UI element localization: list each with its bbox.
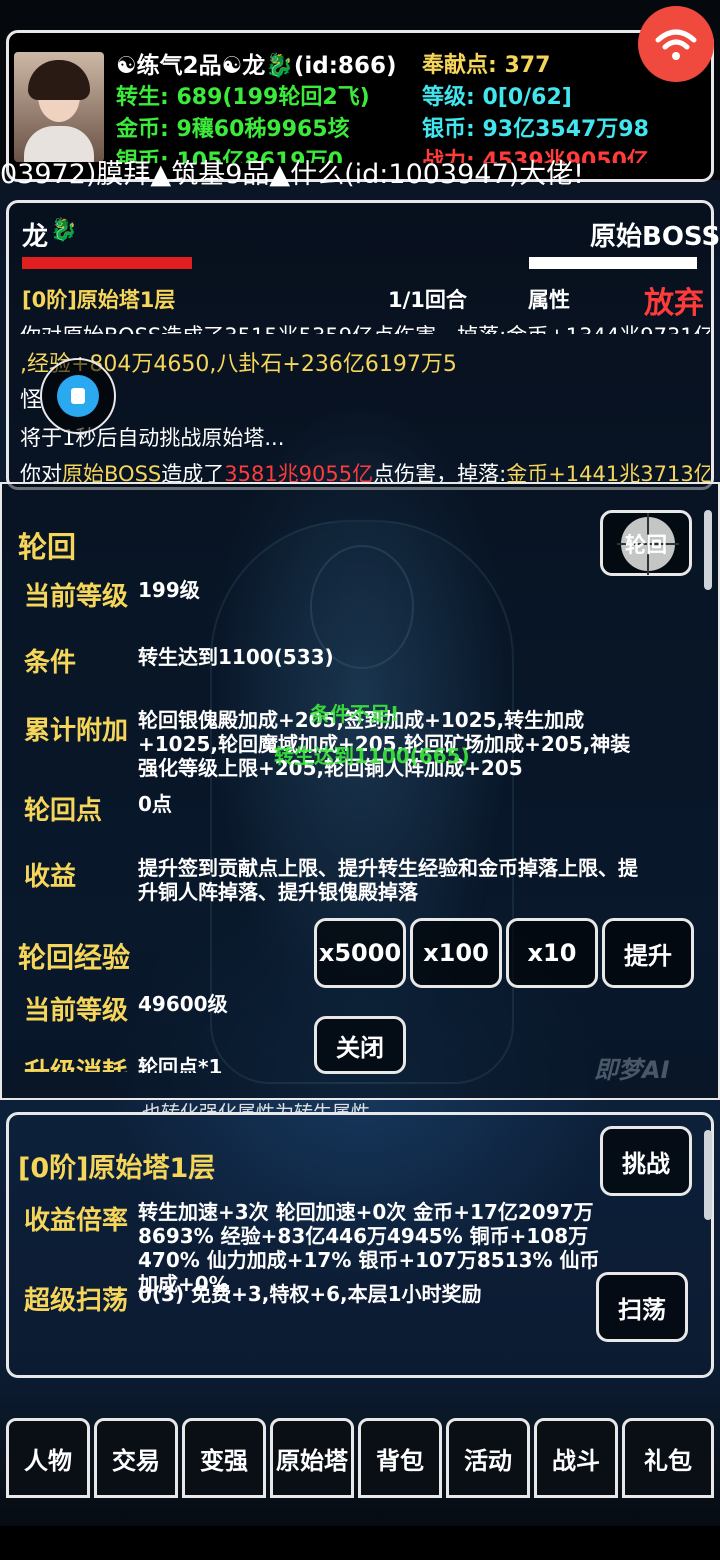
log-damage: 3581兆9055亿 [224,462,374,484]
nav-trade[interactable]: 交易 [94,1418,178,1498]
sweep-value: 0(3) 免费+3,特权+6,本层1小时奖励 [138,1282,482,1306]
log-line: 你对原始BOSS造成了3581兆9055亿点伤害，掉落:金币+1441兆3713… [20,458,710,484]
nav-character[interactable]: 人物 [6,1418,90,1498]
log-loot: 金币+1441兆3713亿 [506,462,710,484]
avatar-hair [28,60,90,100]
nav-events[interactable]: 活动 [446,1418,530,1498]
hidden-line: 也转化强化属性为转生属性 [142,1098,370,1112]
nav-battle[interactable]: 战斗 [534,1418,618,1498]
boss-hp-bar [529,257,697,269]
exp-row-label: 升级消耗 [24,1052,128,1072]
system-bar [0,1526,720,1560]
reincarnation-exp-title: 轮回经验 [18,941,131,974]
exp-row-label: 当前等级 [24,996,129,1026]
x100-button[interactable]: x100 [410,918,502,988]
floating-assistant-button[interactable] [40,358,116,434]
scrollbar[interactable] [704,510,712,590]
row-value: 转生达到1100(533) [138,645,334,669]
assistant-icon [57,375,99,417]
exp-row-value: 49600级 [138,992,228,1016]
stop-square-icon [71,388,85,404]
player-name: ☯练气2品☯龙🐉(id:866) [116,53,397,79]
give-up-button[interactable]: 放弃 [644,278,704,322]
tower-title: [0阶]原始塔1层 [18,1153,216,1184]
player-level: 等级: 0[0/62] [422,85,572,110]
battle-boss-name: 原始BOSS [590,222,720,252]
x10-button[interactable]: x10 [506,918,598,988]
row-label: 条件 [24,648,77,678]
battle-round: 1/1回合 [388,288,467,312]
battle-log: 你对原始BOSS造成了3515兆5359亿点伤害，掉落:金币+1344兆9731… [20,320,710,484]
log-did: 造成了 [161,462,225,484]
player-contribution: 奉献点: 377 [422,53,551,78]
upgrade-button[interactable]: 提升 [602,918,694,988]
nav-strengthen[interactable]: 变强 [182,1418,266,1498]
reincarnation-title: 轮回 [18,530,77,564]
row-value: 199级 [138,578,200,602]
reincarnation-badge-button[interactable]: 轮回 [600,510,692,576]
wifi-badge[interactable] [638,6,714,82]
rate-label: 收益倍率 [24,1206,129,1236]
x5000-button[interactable]: x5000 [314,918,406,988]
nav-origin-tower[interactable]: 原始塔 [270,1418,354,1498]
log-boss: 原始BOSS [62,462,162,484]
wifi-icon [655,29,697,60]
player-gold: 金币: 9穰60秭9965垓 [116,117,350,142]
player-silver: 银币: 93亿3547万98 [422,117,649,142]
marquee-text: 03972)膜拜▲筑基9品▲什么(id:1003947)大佬! [0,159,585,190]
toast-condition-insufficient: 条件不足! [310,702,400,726]
battle-player-name: 龙 [22,222,49,252]
battle-attr: 属性 [528,288,570,312]
log-line: 你对原始BOSS造成了3515兆5359亿点伤害，掉落:金币+1344兆9731… [20,320,710,334]
row-label: 累计附加 [24,716,129,746]
exp-row-value: 轮回点*1 [138,1055,223,1073]
log-line: 怪 [20,388,43,413]
player-rebirth: 转生: 689(199轮回2飞) [116,85,370,110]
dragon-icon: 🐉 [50,218,78,243]
watermark: 即梦AI [594,1056,670,1084]
sweep-label: 超级扫荡 [24,1286,129,1316]
log-you: 你对 [20,462,62,484]
nav-bag[interactable]: 背包 [358,1418,442,1498]
sweep-button[interactable]: 扫荡 [596,1272,688,1342]
row-value: 提升签到贡献点上限、提升转生经验和金币掉落上限、提升铜人阵掉落、提升银傀殿掉落 [138,856,638,904]
toast-condition-detail: 转生达到1100(665) [274,744,470,768]
challenge-button[interactable]: 挑战 [600,1126,692,1196]
tower-scrollbar[interactable] [704,1130,712,1220]
player-hp-bar [22,257,192,269]
reincarnation-badge-label: 轮回 [625,533,667,557]
close-button[interactable]: 关闭 [314,1016,406,1074]
row-value: 0点 [138,792,172,816]
battle-stage: [0阶]原始塔1层 [22,288,176,312]
avatar[interactable] [14,52,104,162]
nav-gift[interactable]: 礼包 [622,1418,714,1498]
row-label: 收益 [24,862,77,892]
row-label: 轮回点 [24,796,103,826]
log-mid: 点伤害，掉落: [373,462,507,484]
row-label: 当前等级 [24,582,129,612]
